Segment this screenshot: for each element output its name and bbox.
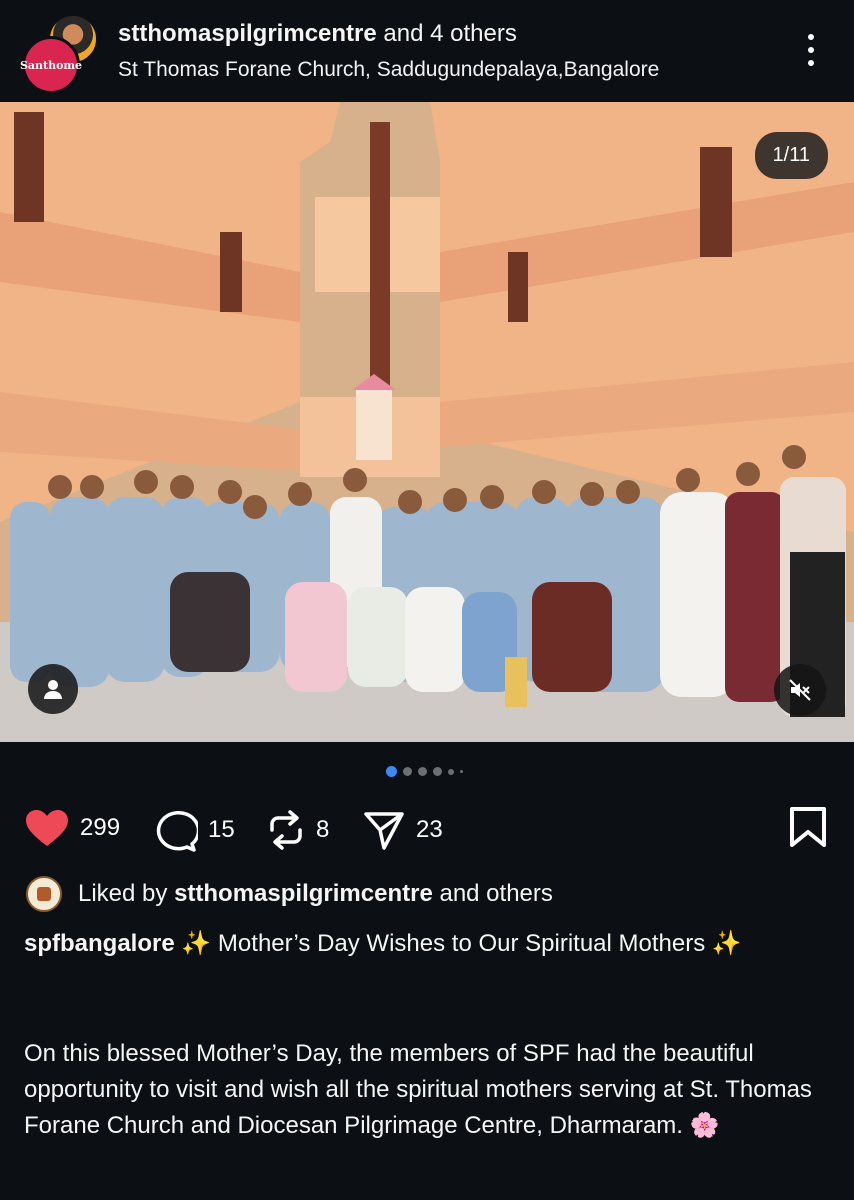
avatar-badge-text: Santhome	[19, 58, 83, 72]
collab-avatars[interactable]: Santhome	[20, 14, 100, 94]
courtyard-photo	[0, 102, 854, 742]
sparkles-emoji: ✨	[711, 930, 742, 957]
comment-button[interactable]: 15	[152, 808, 235, 852]
collab-suffix[interactable]: and 4 others	[383, 20, 516, 47]
carousel-indicator	[386, 766, 463, 777]
liked-by-user[interactable]: stthomaspilgrimcentre	[174, 880, 433, 907]
post-author-line: stthomaspilgrimcentre and 4 others	[118, 20, 517, 48]
like-button[interactable]: 299	[24, 808, 120, 848]
carousel-dot	[433, 767, 442, 776]
person-icon[interactable]	[28, 664, 78, 714]
carousel-dot	[418, 767, 427, 776]
comment-icon	[156, 810, 198, 852]
avatar[interactable]: Santhome	[19, 36, 83, 94]
blossom-emoji: 🌸	[689, 1112, 720, 1139]
post-actions: 299 15 8 23	[0, 800, 854, 860]
caption-headline: Mother’s Day Wishes to Our Spiritual Mot…	[211, 930, 706, 957]
repost-count: 8	[316, 816, 330, 843]
bookmark-icon[interactable]	[788, 806, 828, 848]
carousel-dot-active	[386, 766, 397, 777]
liked-by-suffix[interactable]: and others	[439, 880, 552, 907]
sparkles-emoji: ✨	[181, 930, 212, 957]
post-caption: spfbangalore ✨ Mother’s Day Wishes to Ou…	[24, 926, 834, 962]
post-image[interactable]: 1/11	[0, 102, 854, 742]
carousel-dot	[448, 768, 454, 775]
muted-speaker-icon[interactable]	[774, 664, 826, 716]
avatar[interactable]	[26, 876, 62, 912]
username-link[interactable]: stthomaspilgrimcentre	[118, 20, 377, 47]
like-count: 299	[80, 814, 121, 841]
post-header: Santhome stthomaspilgrimcentre and 4 oth…	[0, 0, 854, 102]
carousel-dot	[403, 767, 412, 776]
carousel-dot	[460, 770, 463, 773]
share-button[interactable]: 23	[362, 808, 443, 852]
repost-icon	[270, 810, 302, 850]
share-count: 23	[416, 816, 443, 843]
comment-count: 15	[208, 816, 235, 843]
location-link[interactable]: St Thomas Forane Church, Saddugundepalay…	[118, 58, 659, 82]
heart-icon	[26, 810, 68, 846]
more-options-icon[interactable]	[796, 30, 826, 70]
liked-by-line[interactable]: Liked by stthomaspilgrimcentre and other…	[26, 876, 553, 912]
carousel-counter: 1/11	[754, 132, 828, 179]
repost-button[interactable]: 8	[266, 808, 329, 852]
send-icon	[364, 812, 404, 850]
caption-author[interactable]: spfbangalore	[24, 930, 175, 957]
liked-by-prefix: Liked by	[78, 880, 168, 907]
caption-body: On this blessed Mother’s Day, the member…	[24, 1036, 834, 1144]
